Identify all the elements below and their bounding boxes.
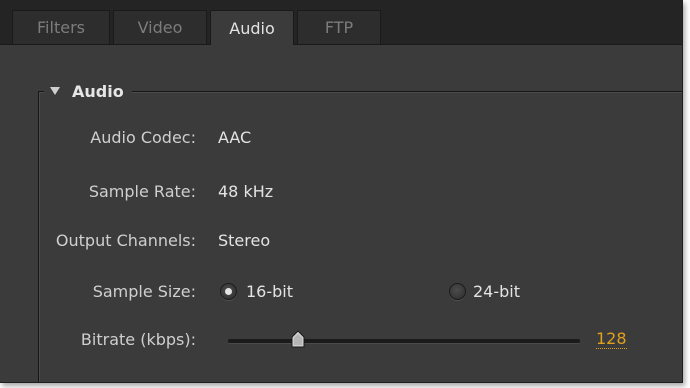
sample-rate-value: 48 kHz <box>218 182 274 201</box>
tab-label: FTP <box>324 18 354 37</box>
bitrate-slider-thumb[interactable] <box>291 330 305 348</box>
tab-audio[interactable]: Audio <box>210 10 294 45</box>
sample-size-24bit-radio[interactable] <box>449 283 466 300</box>
tab-video[interactable]: Video <box>113 10 207 44</box>
sample-size-label: Sample Size: <box>92 282 196 301</box>
disclosure-triangle-down-icon[interactable] <box>50 87 60 95</box>
tab-ftp[interactable]: FTP <box>297 10 381 44</box>
export-settings-panel: Filters Video Audio FTP Audio Audio Code… <box>0 0 683 383</box>
tab-label: Video <box>137 18 183 37</box>
sample-size-16bit-radio[interactable] <box>220 283 237 300</box>
bitrate-slider-track[interactable] <box>228 339 580 344</box>
audio-codec-value: AAC <box>218 128 252 147</box>
bitrate-label: Bitrate (kbps): <box>80 330 196 349</box>
bitrate-value[interactable]: 128 <box>596 330 627 349</box>
tab-label: Filters <box>37 18 85 37</box>
section-title: Audio <box>72 81 124 101</box>
audio-section-header[interactable]: Audio <box>44 78 132 104</box>
tab-filters[interactable]: Filters <box>12 10 110 44</box>
audio-codec-label: Audio Codec: <box>90 128 196 147</box>
output-channels-value: Stereo <box>218 231 271 250</box>
sample-size-24bit-label[interactable]: 24-bit <box>473 282 520 301</box>
tab-bar: Filters Video Audio FTP <box>0 0 682 45</box>
output-channels-label: Output Channels: <box>55 231 196 250</box>
tab-label: Audio <box>229 18 275 38</box>
sample-size-16bit-label[interactable]: 16-bit <box>246 282 293 301</box>
sample-rate-label: Sample Rate: <box>88 182 196 201</box>
